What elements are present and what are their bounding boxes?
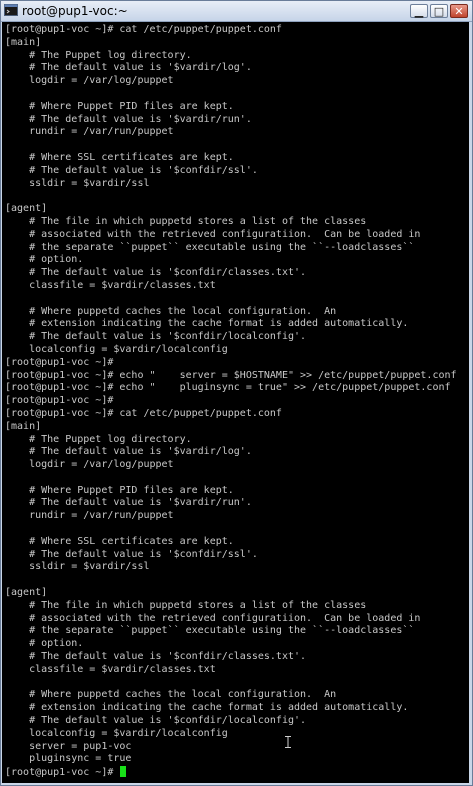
terminal-line: [root@pup1-voc ~]# (5, 356, 114, 368)
terminal-line: # The default value is '$confdir/ssl'. (5, 548, 258, 560)
terminal-line: classfile = $vardir/classes.txt (5, 663, 216, 675)
terminal-line: [root@pup1-voc ~]# echo " pluginsync = t… (5, 382, 451, 394)
terminal-line: # The default value is '$confdir/classes… (5, 267, 307, 279)
terminal-line: # The default value is '$confdir/ssl'. (5, 164, 258, 176)
terminal-line: # The default value is '$vardir/log'. (5, 62, 252, 74)
terminal-line: # option. (5, 638, 84, 650)
terminal-line: # The file in which puppetd stores a lis… (5, 215, 367, 227)
terminal-line: # The default value is '$vardir/run'. (5, 113, 252, 125)
terminal-line: # option. (5, 254, 84, 266)
terminal-line: ssldir = $vardir/ssl (5, 561, 150, 573)
terminal-line: [agent] (5, 203, 48, 215)
terminal-line: # The Puppet log directory. (5, 49, 192, 61)
terminal-line: # Where puppetd caches the local configu… (5, 305, 337, 317)
terminal-line: # the separate ``puppet`` executable usi… (5, 241, 415, 253)
terminal-line: # Where puppetd caches the local configu… (5, 689, 337, 701)
terminal-line: [agent] (5, 587, 48, 599)
terminal-line: rundir = /var/run/puppet (5, 126, 174, 138)
terminal-line: # the separate ``puppet`` executable usi… (5, 625, 415, 637)
terminal-line: # The default value is '$confdir/classes… (5, 651, 307, 663)
terminal-line: classfile = $vardir/classes.txt (5, 279, 216, 291)
terminal-line: # extension indicating the cache format … (5, 318, 409, 330)
block-cursor (120, 766, 127, 778)
terminal-line: rundir = /var/run/puppet (5, 510, 174, 522)
terminal-prompt-line[interactable]: [root@pup1-voc ~]# (5, 766, 457, 779)
terminal-line: # extension indicating the cache format … (5, 702, 409, 714)
terminal-line: localconfig = $vardir/localconfig (5, 343, 228, 355)
terminal-line: # The Puppet log directory. (5, 433, 192, 445)
text-cursor-icon (285, 736, 291, 748)
terminal-line: # The default value is '$vardir/log'. (5, 446, 252, 458)
terminal-app-icon (4, 4, 18, 16)
terminal-line: # Where Puppet PID files are kept. (5, 100, 234, 112)
terminal-line: pluginsync = true (5, 753, 132, 765)
terminal-line: [main] (5, 36, 42, 48)
terminal-line: # The default value is '$vardir/run'. (5, 497, 252, 509)
close-button[interactable]: ✕ (450, 4, 468, 18)
terminal-line: # Where SSL certificates are kept. (5, 151, 234, 163)
terminal-line: # Where SSL certificates are kept. (5, 535, 234, 547)
terminal-line: server = pup1-voc (5, 740, 132, 752)
terminal-line: logdir = /var/log/puppet (5, 459, 174, 471)
title-bar[interactable]: root@pup1-voc:~ ▁ □ ✕ (1, 1, 472, 22)
terminal-line: logdir = /var/log/puppet (5, 75, 174, 87)
maximize-button[interactable]: □ (430, 4, 448, 18)
minimize-button[interactable]: ▁ (410, 4, 428, 18)
terminal-line: # associated with the retrieved configur… (5, 612, 421, 624)
terminal-line: ssldir = $vardir/ssl (5, 177, 150, 189)
terminal-line: [root@pup1-voc ~]# (5, 395, 114, 407)
terminal-line: [main] (5, 420, 42, 432)
terminal-line: # The default value is '$confdir/localco… (5, 331, 307, 343)
terminal-console[interactable]: [root@pup1-voc ~]# cat /etc/puppet/puppe… (2, 22, 469, 783)
terminal-line: [root@pup1-voc ~]# echo " server = $HOST… (5, 369, 457, 381)
terminal-line: # The file in which puppetd stores a lis… (5, 599, 367, 611)
terminal-line: # The default value is '$confdir/localco… (5, 715, 307, 727)
terminal-line: localconfig = $vardir/localconfig (5, 727, 228, 739)
terminal-line: # associated with the retrieved configur… (5, 228, 421, 240)
terminal-line: # Where Puppet PID files are kept. (5, 484, 234, 496)
terminal-window: root@pup1-voc:~ ▁ □ ✕ [root@pup1-voc ~]#… (0, 0, 473, 786)
terminal-line: [root@pup1-voc ~]# cat /etc/puppet/puppe… (5, 24, 282, 35)
terminal-line: [root@pup1-voc ~]# cat /etc/puppet/puppe… (5, 407, 282, 419)
shell-prompt: [root@pup1-voc ~]# (5, 767, 120, 779)
terminal-output: [root@pup1-voc ~]# cat /etc/puppet/puppe… (5, 24, 457, 779)
window-title: root@pup1-voc:~ (22, 4, 128, 18)
